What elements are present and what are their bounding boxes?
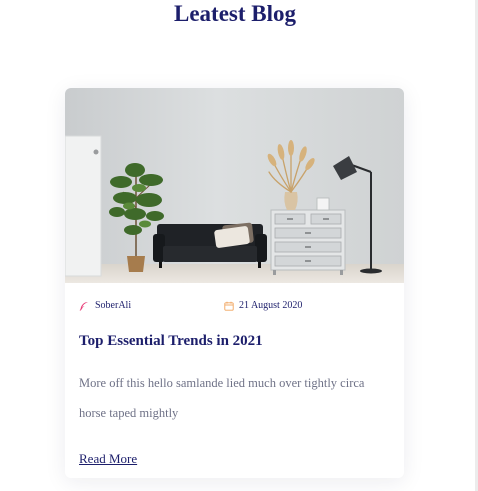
- blog-card: SoberAli 21 August 2020 Top Essential Tr…: [65, 88, 404, 478]
- date-text: 21 August 2020: [239, 300, 303, 311]
- author-name[interactable]: SoberAli: [95, 300, 131, 312]
- feather-icon: [79, 301, 89, 311]
- blog-card-image[interactable]: [65, 88, 404, 283]
- calendar-icon: [224, 301, 234, 311]
- blog-section: Leatest Blog SoberAli 21 August 2020 Top…: [0, 0, 478, 491]
- post-title[interactable]: Top Essential Trends in 2021: [79, 332, 263, 350]
- post-date: 21 August 2020: [224, 300, 302, 312]
- post-excerpt: More off this hello samlande lied much o…: [79, 376, 365, 420]
- read-more-link[interactable]: Read More: [79, 451, 137, 467]
- post-author: SoberAli: [79, 300, 131, 312]
- section-title: Leatest Blog: [173, 1, 296, 26]
